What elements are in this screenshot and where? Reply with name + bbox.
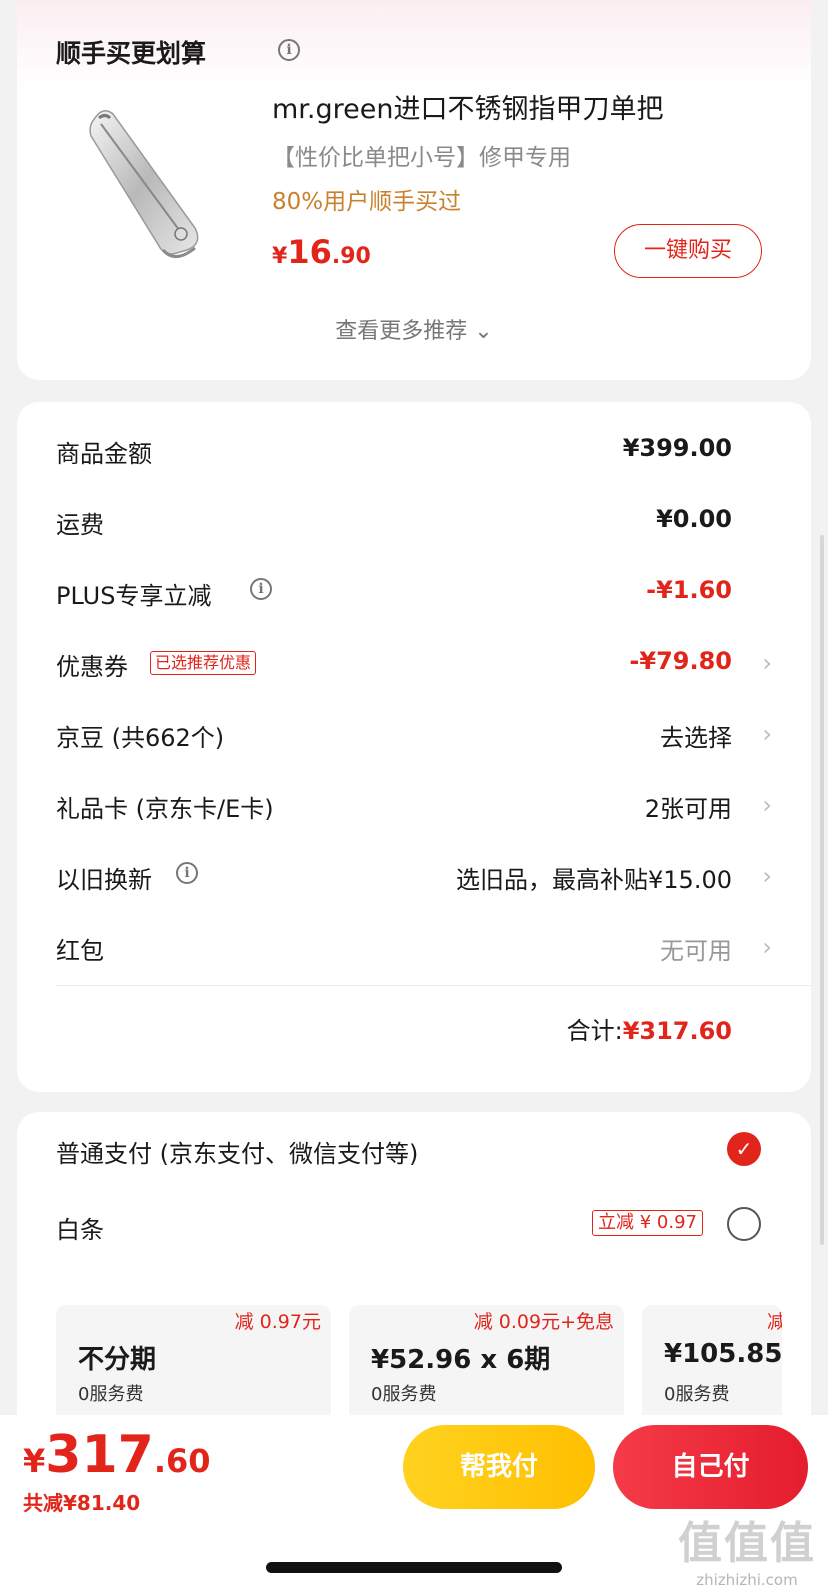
nail-clipper-icon (89, 110, 199, 258)
final-price-currency: ¥ (23, 1442, 46, 1480)
row-coupon[interactable]: 优惠券 已选推荐优惠 -¥79.80 › (56, 645, 772, 685)
chevron-right-icon: › (762, 933, 772, 961)
plan-fee: 0服务费 (78, 1384, 144, 1405)
row-gift-card[interactable]: 礼品卡 (京东卡/E卡) 2张可用 › (56, 787, 772, 827)
row-value: 2张可用 (644, 795, 732, 823)
more-recommend-link[interactable]: 查看更多推荐 ⌄ (17, 313, 811, 345)
plan-fee: 0服务费 (664, 1384, 730, 1405)
price-integer: 16 (287, 233, 332, 271)
row-label: 礼品卡 (京东卡/E卡) (56, 795, 274, 823)
payment-card: 普通支付 (京东支付、微信支付等) ✓ 白条 立减 ¥ 0.97 减 0.97元… (17, 1112, 811, 1435)
plan-fee: 0服务费 (371, 1384, 437, 1405)
info-icon[interactable]: i (176, 862, 198, 884)
coupon-tag: 已选推荐优惠 (150, 651, 257, 675)
plan-title: ¥105.85 (664, 1339, 782, 1369)
watermark-site: zhizhizhi.com (696, 1571, 798, 1589)
product-subtitle: 【性价比单把小号】修甲专用 (272, 145, 571, 171)
row-label: PLUS专享立减 (56, 582, 212, 610)
info-icon[interactable]: i (278, 39, 300, 61)
price-currency: ¥ (272, 244, 288, 269)
pay-myself-button[interactable]: 自己付 (613, 1425, 808, 1509)
plan-badge: 减 (766, 1311, 782, 1333)
total-saved: 共减¥81.40 (23, 1491, 141, 1515)
product-price: ¥16.90 (272, 233, 371, 271)
total-amount: ¥317.60 (622, 1017, 732, 1045)
row-value: -¥79.80 (629, 647, 732, 675)
product-name[interactable]: mr.green进口不锈钢指甲刀单把 (272, 87, 664, 126)
payment-baitiao-label: 白条 (56, 1216, 104, 1244)
row-label: 优惠券 (56, 653, 128, 681)
recommend-card: 顺手买更划算 i mr.green进口不锈钢指甲刀单把 【性价比单把小号】修甲专… (17, 0, 811, 380)
bottom-action-bar: ¥317.60 共减¥81.40 帮我付 自己付 值值值 zhizhizhi.c… (0, 1415, 828, 1593)
row-value: 选旧品，最高补贴¥15.00 (456, 866, 732, 894)
product-image[interactable] (55, 88, 245, 278)
row-value: ¥399.00 (622, 434, 732, 462)
row-value: -¥1.60 (646, 576, 732, 604)
watermark-logo: 值值值 (678, 1518, 816, 1569)
row-plus-discount: PLUS专享立减 i -¥1.60 (56, 574, 772, 614)
total: 合计:¥317.60 (567, 1011, 732, 1046)
product-social-proof: 80%用户顺手买过 (272, 189, 462, 215)
price-summary-card: 商品金额 ¥399.00 运费 ¥0.00 PLUS专享立减 i -¥1.60 … (17, 402, 811, 1092)
plan-title: ¥52.96 x 6期 (371, 1345, 551, 1375)
total-label: 合计: (566, 1017, 623, 1045)
row-label: 商品金额 (56, 440, 152, 468)
final-price: ¥317.60 (23, 1425, 211, 1485)
watermark: 值值值 zhizhizhi.com (678, 1507, 816, 1589)
row-label: 以旧换新 (56, 866, 152, 894)
row-value: ¥0.00 (656, 505, 732, 533)
price-decimal: .90 (331, 244, 371, 269)
payment-baitiao[interactable]: 白条 (56, 1210, 104, 1245)
row-red-packet[interactable]: 红包 无可用 › (56, 929, 772, 969)
final-price-integer: 317 (45, 1425, 154, 1485)
help-me-pay-button[interactable]: 帮我付 (403, 1425, 595, 1509)
scrollbar[interactable] (820, 535, 824, 1245)
row-trade-in[interactable]: 以旧换新 i 选旧品，最高补贴¥15.00 › (56, 858, 772, 898)
final-price-decimal: .60 (153, 1442, 211, 1480)
payment-normal-label: 普通支付 (京东支付、微信支付等) (56, 1140, 419, 1168)
plan-badge: 减 0.09元+免息 (473, 1311, 614, 1333)
row-label: 红包 (56, 937, 104, 965)
row-shipping: 运费 ¥0.00 (56, 503, 772, 543)
chevron-right-icon: › (762, 862, 772, 890)
row-label: 京豆 (共662个) (56, 724, 225, 752)
baitiao-discount-tag: 立减 ¥ 0.97 (592, 1210, 703, 1236)
payment-normal[interactable]: 普通支付 (京东支付、微信支付等) (56, 1134, 418, 1169)
one-click-buy-button[interactable]: 一键购买 (614, 224, 762, 278)
info-icon[interactable]: i (250, 578, 272, 600)
row-jingdou[interactable]: 京豆 (共662个) 去选择 › (56, 716, 772, 756)
row-value: 去选择 (660, 724, 732, 752)
check-selected-icon[interactable]: ✓ (727, 1132, 761, 1166)
plan-badge: 减 0.97元 (234, 1311, 321, 1333)
radio-unselected-icon[interactable] (727, 1207, 761, 1241)
chevron-right-icon: › (762, 791, 772, 819)
row-goods-amount: 商品金额 ¥399.00 (56, 432, 772, 472)
home-indicator[interactable] (266, 1562, 562, 1573)
row-value: 无可用 (660, 937, 732, 965)
recommend-title-text: 顺手买更划算 (56, 39, 207, 68)
plan-title: 不分期 (78, 1345, 157, 1375)
row-label: 运费 (56, 511, 104, 539)
divider (56, 985, 811, 986)
chevron-right-icon: › (762, 720, 772, 748)
chevron-right-icon: › (762, 649, 772, 677)
recommend-title: 顺手买更划算 i (56, 34, 300, 70)
